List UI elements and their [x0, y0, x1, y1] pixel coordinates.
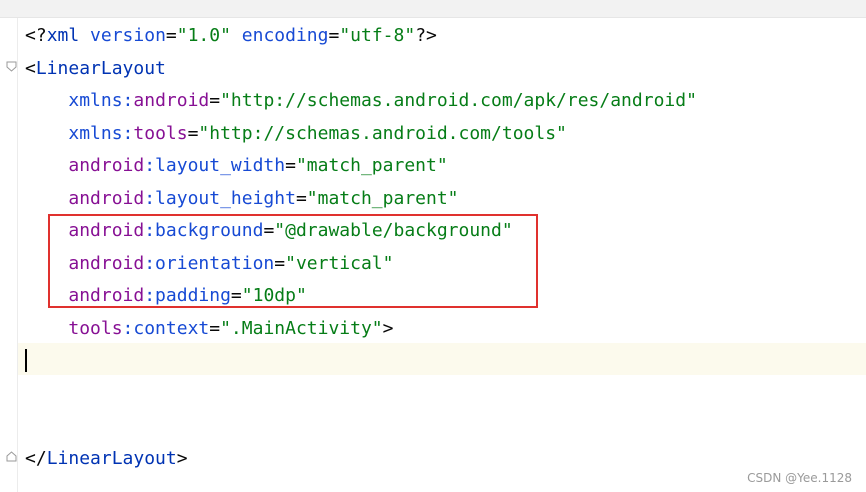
code-token: ?>	[415, 25, 437, 46]
code-token: LinearLayout	[46, 447, 177, 469]
current-line-highlight	[18, 343, 866, 375]
code-line[interactable]: <LinearLayout	[25, 52, 166, 85]
code-line[interactable]: android:layout_height="match_parent"	[25, 182, 459, 215]
code-line[interactable]: <?xml version="1.0" encoding="utf-8"?>	[25, 19, 437, 52]
code-token: :layout_width	[144, 155, 286, 176]
code-line[interactable]: </LinearLayout>	[25, 442, 188, 475]
code-token: android	[133, 90, 210, 111]
code-token: >	[382, 317, 394, 339]
code-token: <?	[25, 25, 47, 46]
code-token: =	[295, 187, 307, 209]
code-token: =	[209, 317, 221, 339]
fold-close-icon[interactable]	[6, 451, 17, 462]
code-token: xmlns:	[68, 122, 134, 144]
fold-open-icon[interactable]	[6, 61, 17, 72]
code-token: encoding	[241, 25, 329, 46]
code-token: xml	[46, 25, 80, 46]
code-token: =	[209, 90, 221, 111]
code-token: >	[176, 447, 188, 469]
code-token: =	[328, 25, 340, 46]
code-token: <	[25, 57, 36, 79]
text-caret	[25, 349, 27, 372]
code-token: tools	[133, 122, 188, 144]
code-line[interactable]: xmlns:tools="http://schemas.android.com/…	[25, 117, 567, 150]
code-editor[interactable]: <?xml version="1.0" encoding="utf-8"?> <L…	[0, 0, 866, 492]
code-token: =	[187, 122, 199, 144]
code-token: android	[68, 155, 145, 176]
code-token: "utf-8"	[339, 25, 416, 46]
editor-gutter[interactable]	[0, 18, 18, 492]
highlight-annotation-box	[48, 214, 538, 308]
code-token: LinearLayout	[35, 57, 166, 79]
code-token: "match_parent"	[295, 155, 448, 176]
code-token: "http://schemas.android.com/apk/res/andr…	[220, 90, 697, 111]
code-token: "1.0"	[176, 25, 231, 46]
code-token: "match_parent"	[306, 187, 459, 209]
code-token: version	[90, 25, 166, 46]
code-token: "http://schemas.android.com/tools"	[198, 122, 567, 144]
code-token: tools	[68, 317, 123, 339]
code-token: =	[165, 25, 177, 46]
code-token: ".MainActivity"	[220, 317, 383, 339]
watermark: CSDN @Yee.1128	[747, 471, 852, 485]
code-line[interactable]: xmlns:android="http://schemas.android.co…	[25, 84, 697, 117]
code-line[interactable]: android:layout_width="match_parent"	[25, 149, 448, 182]
code-token: android	[68, 187, 145, 209]
code-line[interactable]: tools:context=".MainActivity">	[25, 312, 394, 345]
code-token: :context	[122, 317, 210, 339]
code-token: xmlns:	[68, 90, 134, 111]
code-token: :layout_height	[144, 187, 296, 209]
code-token: =	[285, 155, 296, 176]
code-token: </	[25, 447, 47, 469]
editor-tab-strip	[0, 0, 866, 18]
